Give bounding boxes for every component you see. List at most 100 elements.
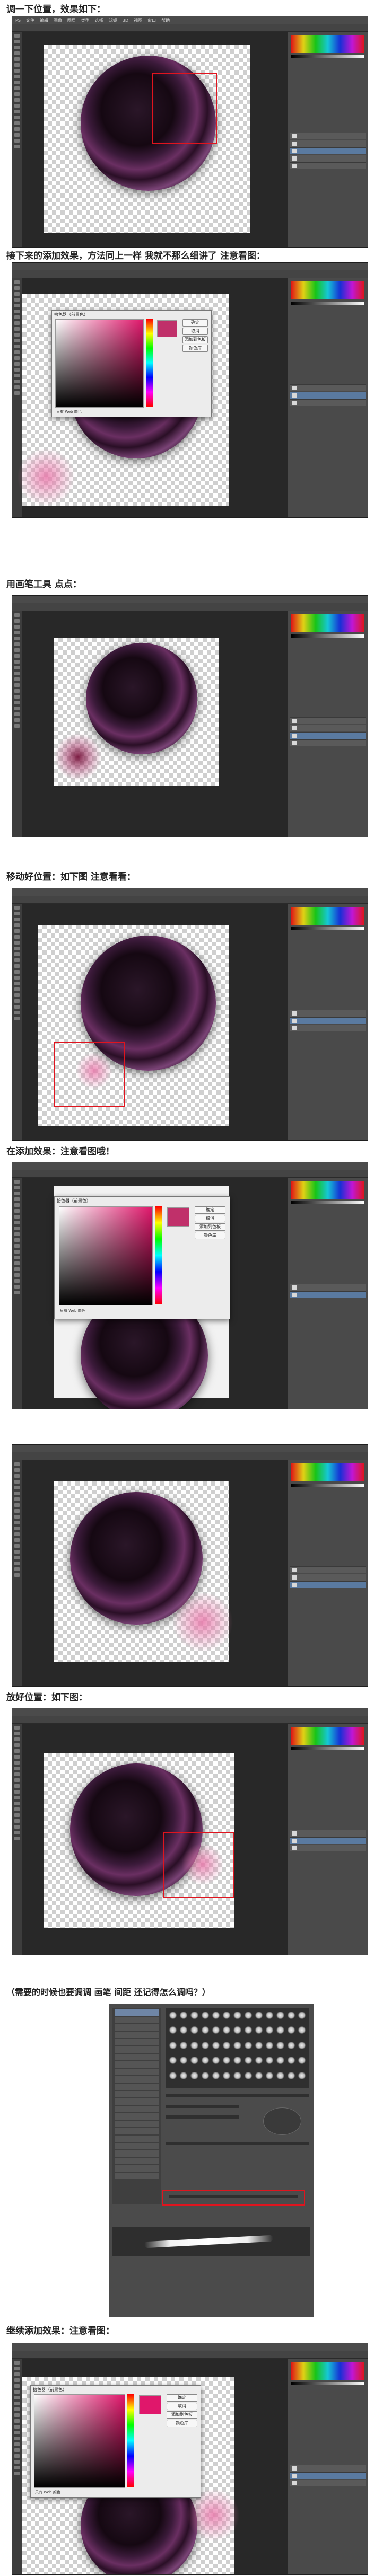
layer-row[interactable] <box>290 1830 366 1837</box>
brush-tip-icon[interactable] <box>211 2012 221 2019</box>
hue-slider[interactable] <box>155 1206 162 1304</box>
layer-row-selected[interactable] <box>290 147 366 154</box>
grayscale-ramp[interactable] <box>291 1484 364 1487</box>
grayscale-ramp[interactable] <box>291 927 364 930</box>
brush-tip-grid[interactable] <box>166 2008 309 2088</box>
brush-tip-icon[interactable] <box>211 2041 221 2049</box>
brush-tip-icon[interactable] <box>201 2057 210 2065</box>
grayscale-ramp[interactable] <box>291 1201 364 1204</box>
layer-row[interactable] <box>290 739 366 746</box>
layer-row[interactable] <box>290 717 366 724</box>
angle-field[interactable] <box>166 2105 239 2108</box>
brush-tip-icon[interactable] <box>222 2012 231 2019</box>
color-libraries-button[interactable]: 颜色库 <box>182 345 208 352</box>
brush-tip-icon[interactable] <box>233 2012 242 2019</box>
brush-tip-icon[interactable] <box>276 2057 285 2065</box>
menu-window[interactable]: 窗口 <box>147 17 156 23</box>
cancel-button[interactable]: 取消 <box>167 2403 197 2410</box>
roundness-field[interactable] <box>166 2115 239 2119</box>
ok-button[interactable]: 确定 <box>195 1206 225 1214</box>
side-panels[interactable] <box>288 278 368 517</box>
layer-row[interactable] <box>290 1566 366 1573</box>
brush-tip-icon[interactable] <box>243 2041 253 2049</box>
toolbox[interactable] <box>12 904 22 1140</box>
canvas[interactable] <box>38 925 229 1126</box>
brush-tip-icon[interactable] <box>211 2071 221 2079</box>
grayscale-ramp[interactable] <box>291 55 364 58</box>
brush-tip-icon[interactable] <box>243 2057 253 2065</box>
brush-tip-icon[interactable] <box>254 2012 264 2019</box>
menu-3d[interactable]: 3D <box>123 18 128 23</box>
color-swatch[interactable] <box>291 35 364 53</box>
layer-row-selected[interactable] <box>290 1017 366 1024</box>
brush-tip-icon[interactable] <box>286 2026 295 2034</box>
color-swatch[interactable] <box>291 1463 364 1481</box>
brush-tip-icon[interactable] <box>233 2071 242 2079</box>
document-workarea[interactable] <box>22 611 288 837</box>
hardness-slider[interactable] <box>166 2142 309 2145</box>
brush-tip-icon[interactable] <box>201 2041 210 2049</box>
brush-tip-icon[interactable] <box>179 2071 188 2079</box>
layer-row[interactable] <box>290 155 366 162</box>
brush-tip-icon[interactable] <box>190 2057 199 2065</box>
canvas[interactable] <box>44 45 250 233</box>
color-picker-dialog[interactable]: 拾色器（前景色） 确定 取消 添加到色板 颜色库 只有 Web 颜色 <box>51 310 212 417</box>
brush-angle-wheel[interactable] <box>263 2107 301 2135</box>
brush-tip-icon[interactable] <box>233 2026 242 2034</box>
brush-tip-icon[interactable] <box>211 2057 221 2065</box>
brush-tip-icon[interactable] <box>169 2012 178 2019</box>
saturation-field[interactable] <box>55 319 144 408</box>
brush-tip-icon[interactable] <box>222 2057 231 2065</box>
toolbox[interactable] <box>12 2359 22 2574</box>
layer-row[interactable] <box>290 162 366 169</box>
layer-row[interactable] <box>290 1845 366 1851</box>
add-swatch-button[interactable]: 添加到色板 <box>182 336 208 343</box>
color-swatch[interactable] <box>291 281 364 299</box>
toolbox[interactable] <box>12 1178 22 1409</box>
layer-row[interactable] <box>290 133 366 139</box>
brush-tip-icon[interactable] <box>297 2057 306 2065</box>
side-panels[interactable] <box>288 1724 368 1955</box>
ok-button[interactable]: 确定 <box>167 2394 197 2402</box>
spacing-slider[interactable] <box>169 2195 298 2198</box>
brush-tip-icon[interactable] <box>297 2026 306 2034</box>
menu-help[interactable]: 帮助 <box>161 17 170 23</box>
menu-ps[interactable]: PS <box>15 18 21 23</box>
layer-row[interactable] <box>290 1010 366 1017</box>
brush-tip-icon[interactable] <box>222 2026 231 2034</box>
toolbox[interactable] <box>12 1724 22 1955</box>
document-workarea[interactable] <box>22 1460 288 1686</box>
brush-tip-icon[interactable] <box>265 2057 274 2065</box>
canvas[interactable] <box>44 1753 234 1928</box>
brush-tip-icon[interactable] <box>179 2012 188 2019</box>
brush-tip-icon[interactable] <box>297 2071 306 2079</box>
brush-settings-panel[interactable] <box>109 2004 314 2317</box>
brush-tip-icon[interactable] <box>201 2026 210 2034</box>
brush-tip-icon[interactable] <box>265 2012 274 2019</box>
brush-tip-icon[interactable] <box>211 2026 221 2034</box>
layer-row[interactable] <box>290 140 366 147</box>
brush-tip-icon[interactable] <box>286 2012 295 2019</box>
ok-button[interactable]: 确定 <box>182 319 208 327</box>
menu-layer[interactable]: 图层 <box>67 17 76 23</box>
layer-row-selected[interactable] <box>290 1581 366 1588</box>
color-libraries-button[interactable]: 颜色库 <box>167 2420 197 2427</box>
web-colors-checkbox[interactable]: 只有 Web 颜色 <box>56 409 82 414</box>
brush-tip-icon[interactable] <box>243 2026 253 2034</box>
brush-tip-icon[interactable] <box>222 2041 231 2049</box>
side-panels[interactable] <box>288 2359 368 2574</box>
brush-tip-icon[interactable] <box>254 2041 264 2049</box>
size-slider[interactable] <box>166 2094 309 2097</box>
side-panels[interactable] <box>288 1460 368 1686</box>
brush-tip-icon[interactable] <box>254 2071 264 2079</box>
brush-tip-icon[interactable] <box>297 2012 306 2019</box>
menu-filter[interactable]: 滤镜 <box>109 17 117 23</box>
color-swatch[interactable] <box>291 2362 364 2380</box>
brush-tip-icon[interactable] <box>179 2026 188 2034</box>
brush-options-list[interactable] <box>112 2008 161 2204</box>
cancel-button[interactable]: 取消 <box>195 1215 225 1222</box>
brush-tip-icon[interactable] <box>201 2071 210 2079</box>
brush-tip-icon[interactable] <box>286 2041 295 2049</box>
brush-tip-icon[interactable] <box>265 2071 274 2079</box>
layer-row[interactable] <box>290 2465 366 2472</box>
